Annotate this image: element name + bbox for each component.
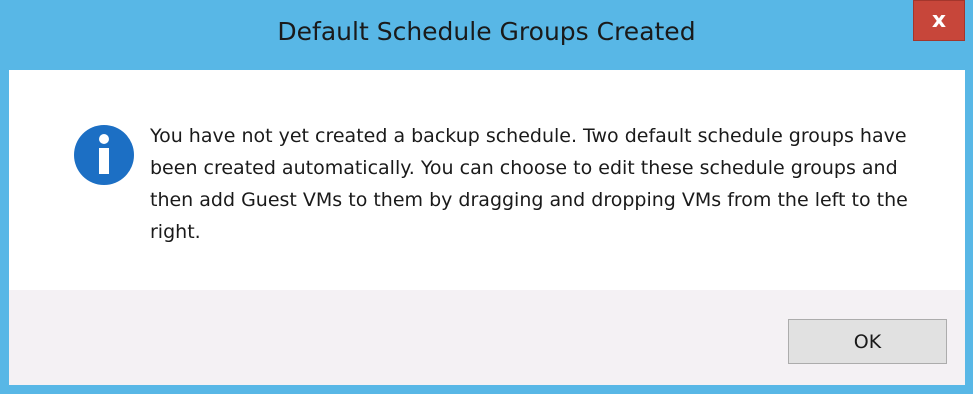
close-icon: x	[931, 8, 947, 33]
close-button[interactable]: x	[913, 0, 965, 41]
dialog-content: You have not yet created a backup schedu…	[9, 70, 965, 290]
ok-button-label: OK	[853, 330, 882, 353]
dialog-window: Default Schedule Groups Created x You ha…	[0, 0, 973, 394]
title-bar[interactable]: Default Schedule Groups Created x	[0, 0, 973, 70]
info-icon	[74, 125, 134, 185]
dialog-message: You have not yet created a backup schedu…	[150, 125, 908, 243]
ok-button[interactable]: OK	[788, 319, 947, 364]
dialog-footer: OK	[9, 290, 965, 385]
dialog-title: Default Schedule Groups Created	[277, 17, 696, 46]
